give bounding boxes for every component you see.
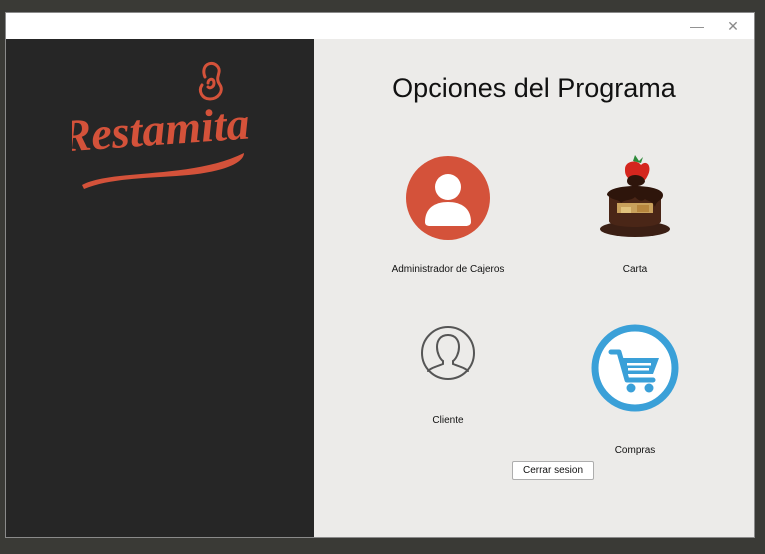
- shopping-cart-icon: [591, 324, 679, 412]
- option-carta[interactable]: Carta: [560, 153, 710, 275]
- option-administrador-cajeros[interactable]: Administrador de Cajeros: [373, 153, 523, 275]
- option-label: Administrador de Cajeros: [391, 264, 505, 275]
- minimize-icon: —: [690, 18, 704, 34]
- option-label: Compras: [614, 445, 656, 456]
- close-button[interactable]: ✕: [716, 13, 750, 39]
- restamita-logo: Restamita: [72, 61, 251, 189]
- page-title: Opciones del Programa: [392, 73, 676, 103]
- chocolate-cake-icon: [600, 155, 670, 237]
- close-icon: ✕: [727, 17, 739, 34]
- option-label: Carta: [622, 264, 648, 275]
- sidebar: Restamita: [6, 39, 314, 537]
- flame-icon: [198, 61, 223, 101]
- option-compras[interactable]: Compras: [560, 323, 710, 456]
- option-cliente[interactable]: Cliente: [373, 323, 523, 426]
- app-window: — ✕ Restamita Opciones del Programa Admi…: [5, 12, 755, 538]
- logout-button[interactable]: Cerrar sesion: [512, 461, 594, 480]
- main-panel: Opciones del Programa Administrador de C…: [314, 39, 754, 537]
- person-outline-icon: [421, 326, 475, 380]
- option-label: Cliente: [432, 415, 464, 426]
- title-bar: — ✕: [6, 13, 754, 39]
- logo-text: Restamita: [72, 98, 251, 162]
- minimize-button[interactable]: —: [680, 13, 714, 39]
- user-circle-icon: [406, 156, 490, 240]
